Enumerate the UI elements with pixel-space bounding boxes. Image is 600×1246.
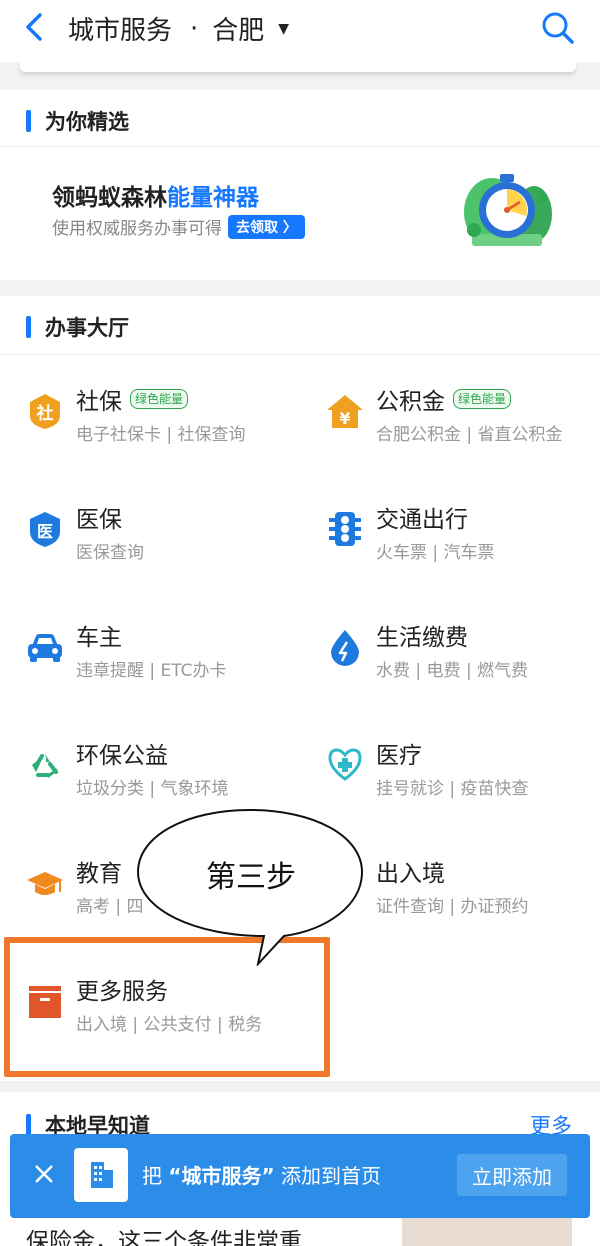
svg-text:¥: ¥ bbox=[339, 409, 350, 428]
service-name: 教育 bbox=[76, 854, 122, 888]
service-name-text: 车主 bbox=[76, 625, 122, 651]
stopwatch-icon[interactable] bbox=[462, 172, 554, 248]
toast-suffix: 添加到首页 bbox=[281, 1164, 382, 1188]
service-traffic[interactable]: 交通出行 火车票 | 汽车票 bbox=[326, 504, 600, 584]
service-name: 医保 bbox=[76, 500, 122, 534]
service-sublinks[interactable]: 火车票 | 汽车票 bbox=[376, 538, 495, 563]
car-icon bbox=[28, 634, 62, 662]
toast-prefix: 把 bbox=[142, 1164, 162, 1188]
service-sublinks[interactable]: 水费 | 电费 | 燃气费 bbox=[376, 656, 528, 681]
service-name-text: 社保 bbox=[76, 389, 122, 415]
traffic-light-icon bbox=[329, 512, 361, 546]
add-now-button[interactable]: 立即添加 bbox=[457, 1154, 567, 1196]
service-name-text: 生活缴费 bbox=[376, 625, 468, 651]
service-medical[interactable]: 医疗 挂号就诊 | 疫苗快查 bbox=[326, 740, 600, 820]
article-title[interactable]: 保险金，这三个条件非常重 bbox=[26, 1222, 302, 1246]
gongjijin-icon: ¥ bbox=[327, 395, 363, 428]
service-yibao[interactable]: 医 医保 医保查询 bbox=[26, 504, 316, 584]
service-name-text: 教育 bbox=[76, 861, 122, 887]
promo-title[interactable]: 领蚂蚁森林能量神器 bbox=[52, 178, 259, 212]
callout-text: 第三步 bbox=[206, 860, 296, 895]
svg-text:医: 医 bbox=[37, 522, 53, 541]
water-drop-icon bbox=[331, 630, 359, 666]
section-title-text: 办事大厅 bbox=[45, 316, 129, 340]
service-sublinks[interactable]: 证件查询 | 办证预约 bbox=[376, 892, 529, 917]
service-gongjijin[interactable]: ¥ 公积金 绿色能量 合肥公积金 | 省直公积金 bbox=[326, 386, 600, 466]
service-name-text: 医保 bbox=[76, 507, 122, 533]
yibao-icon: 医 bbox=[30, 512, 60, 547]
page-title[interactable]: 城市服务 · 合肥 ▼ bbox=[68, 10, 289, 47]
green-energy-badge: 绿色能量 bbox=[130, 389, 189, 409]
service-sublinks[interactable]: 垃圾分类 | 气象环境 bbox=[76, 774, 229, 799]
service-name-text: 环保公益 bbox=[76, 743, 168, 769]
divider bbox=[0, 146, 600, 147]
service-name: 交通出行 bbox=[376, 500, 468, 534]
service-name: 社保 绿色能量 bbox=[76, 382, 189, 416]
service-name: 出入境 bbox=[376, 854, 445, 888]
service-name-text: 公积金 bbox=[376, 389, 445, 415]
service-car-owner[interactable]: 车主 违章提醒 | ETC办卡 bbox=[26, 622, 316, 702]
service-name: 生活缴费 bbox=[376, 618, 468, 652]
section-title: 为你精选 bbox=[26, 106, 129, 136]
service-name-text: 出入境 bbox=[376, 861, 445, 887]
building-icon bbox=[91, 1162, 113, 1188]
shebao-icon: 社 bbox=[30, 394, 60, 429]
section-title: 办事大厅 bbox=[26, 312, 129, 342]
promo-claim-button[interactable]: 去领取 〉 bbox=[228, 214, 305, 239]
section-accent-bar bbox=[26, 110, 31, 132]
promo-title-main: 领蚂蚁森林 bbox=[52, 185, 167, 211]
promo-subtitle: 使用权威服务办事可得 去领取 〉 bbox=[52, 214, 305, 239]
service-sublinks[interactable]: 违章提醒 | ETC办卡 bbox=[76, 656, 227, 681]
service-sublinks[interactable]: 合肥公积金 | 省直公积金 bbox=[376, 420, 563, 445]
graduation-cap-icon bbox=[27, 872, 63, 895]
recycle-icon bbox=[32, 754, 58, 778]
app-icon bbox=[74, 1148, 128, 1202]
stethoscope-icon bbox=[328, 748, 362, 781]
service-name: 公积金 绿色能量 bbox=[376, 382, 512, 416]
top-nav-bar: 城市服务 · 合肥 ▼ bbox=[0, 0, 600, 62]
banner-card-edge bbox=[20, 62, 576, 72]
section-accent-bar bbox=[26, 1114, 31, 1136]
service-name: 环保公益 bbox=[76, 736, 168, 770]
service-name-text: 医疗 bbox=[376, 743, 422, 769]
chevron-down-icon[interactable]: ▼ bbox=[278, 21, 289, 37]
toast-message: 把 “城市服务” 添加到首页 bbox=[142, 1160, 381, 1189]
city-selector[interactable]: 合肥 bbox=[212, 10, 264, 47]
section-accent-bar bbox=[26, 316, 31, 338]
page-title-text: 城市服务 bbox=[68, 16, 173, 46]
service-name: 医疗 bbox=[376, 736, 422, 770]
back-arrow-icon[interactable] bbox=[20, 12, 50, 42]
article-thumbnail[interactable] bbox=[402, 1214, 572, 1246]
add-to-home-toast: 把 “城市服务” 添加到首页 立即添加 bbox=[10, 1134, 590, 1218]
section-title-text: 为你精选 bbox=[45, 110, 129, 134]
search-icon[interactable] bbox=[540, 10, 576, 46]
green-energy-badge: 绿色能量 bbox=[453, 389, 512, 409]
service-immigration[interactable]: 出入境 证件查询 | 办证预约 bbox=[376, 858, 600, 938]
service-name: 车主 bbox=[76, 618, 122, 652]
service-name-text: 交通出行 bbox=[376, 507, 468, 533]
service-sublinks[interactable]: 医保查询 bbox=[76, 538, 144, 563]
promo-subtitle-text: 使用权威服务办事可得 bbox=[52, 219, 222, 239]
svg-text:社: 社 bbox=[36, 403, 54, 424]
service-sublinks[interactable]: 高考 | 四 bbox=[76, 892, 144, 917]
promo-title-highlight: 能量神器 bbox=[167, 185, 259, 211]
service-utilities[interactable]: 生活缴费 水费 | 电费 | 燃气费 bbox=[326, 622, 600, 702]
toast-app-name: “城市服务” bbox=[168, 1164, 275, 1188]
divider bbox=[0, 354, 600, 355]
service-sublinks[interactable]: 电子社保卡 | 社保查询 bbox=[76, 420, 246, 445]
title-separator: · bbox=[190, 13, 199, 44]
close-icon[interactable] bbox=[32, 1162, 56, 1186]
service-sublinks[interactable]: 挂号就诊 | 疫苗快查 bbox=[376, 774, 529, 799]
service-shebao[interactable]: 社 社保 绿色能量 电子社保卡 | 社保查询 bbox=[26, 386, 316, 466]
